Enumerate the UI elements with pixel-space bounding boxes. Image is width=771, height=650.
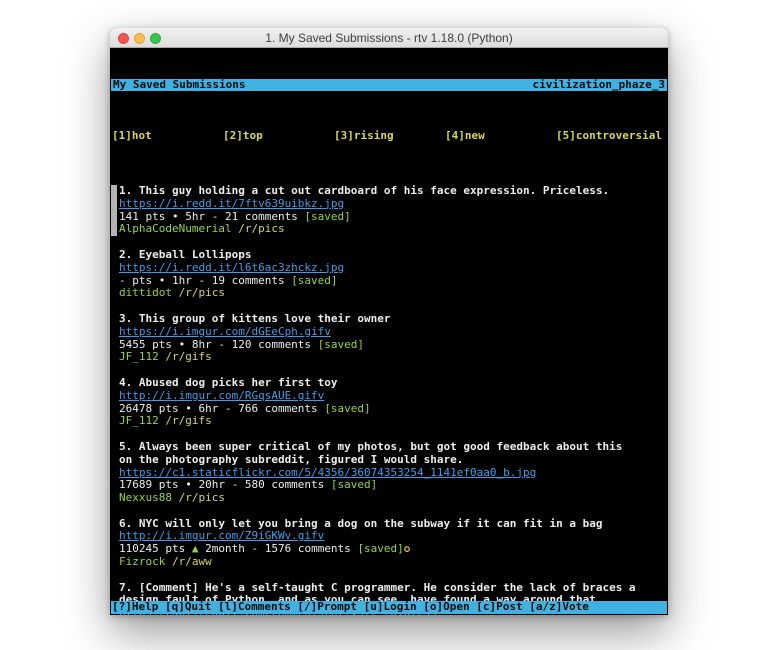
submission-subreddit: /r/pics — [179, 491, 225, 504]
submission-title: 5. Always been super critical of my phot… — [119, 441, 667, 454]
stats-text: 5455 pts • 8hr - 120 comments — [119, 338, 318, 351]
stats-text: 2month - 1576 comments — [198, 542, 357, 555]
window-titlebar[interactable]: 1. My Saved Submissions - rtv 1.18.0 (Py… — [110, 28, 668, 48]
saved-badge: [saved] — [291, 274, 337, 287]
submission-item[interactable]: 6. NYC will only let you bring a dog on … — [119, 518, 667, 569]
gilded-icon: ✪ — [404, 542, 411, 555]
close-button[interactable] — [118, 33, 129, 44]
menu-item-controversial[interactable]: [5]controversial — [556, 130, 667, 143]
header-bar: My Saved Submissions civilization_phaze_… — [111, 79, 667, 92]
terminal-window: 1. My Saved Submissions - rtv 1.18.0 (Py… — [110, 28, 668, 615]
submission-title: on the photography subreddit, figured I … — [119, 454, 667, 467]
submission-byline: dittidot /r/pics — [119, 287, 667, 300]
stats-text: - pts • 1hr - 19 comments — [119, 274, 291, 287]
saved-badge: [saved] — [324, 402, 370, 415]
saved-badge: [saved] — [304, 210, 350, 223]
logged-in-username: civilization_phaze_3 — [533, 79, 665, 92]
submission-byline: Nexxus88 /r/pics — [119, 492, 667, 505]
submission-subreddit: /r/gifs — [165, 350, 211, 363]
terminal-screen: My Saved Submissions civilization_phaze_… — [110, 48, 668, 615]
menu-item-hot[interactable]: [1]hot — [112, 130, 223, 143]
submission-title: 1. This guy holding a cut out cardboard … — [119, 185, 667, 198]
window-title: 1. My Saved Submissions - rtv 1.18.0 (Py… — [265, 31, 512, 45]
submission-byline: AlphaCodeNumerial /r/pics — [119, 223, 667, 236]
stats-text: 110245 pts — [119, 542, 192, 555]
submission-subreddit: /r/pics — [238, 222, 284, 235]
minimize-button[interactable] — [134, 33, 145, 44]
saved-badge: [saved] — [357, 542, 403, 555]
submission-subreddit: /r/pics — [179, 286, 225, 299]
submission-title: 4. Abused dog picks her first toy — [119, 377, 667, 390]
submission-author: JF_112 — [119, 350, 159, 363]
submission-subreddit: /r/gifs — [165, 414, 211, 427]
stats-text: 17689 pts • 20hr - 580 comments — [119, 478, 331, 491]
stats-text: 141 pts • 5hr - 21 comments — [119, 210, 304, 223]
submission-item[interactable]: 5. Always been super critical of my phot… — [119, 441, 667, 505]
submission-title: 2. Eyeball Lollipops — [119, 249, 667, 262]
selection-cursor — [111, 185, 117, 236]
submission-byline: JF_112 /r/gifs — [119, 351, 667, 364]
submission-item[interactable]: 4. Abused dog picks her first toyhttp://… — [119, 377, 667, 428]
submission-list: 1. This guy holding a cut out cardboard … — [111, 185, 667, 615]
status-bar: [?]Help [q]Quit [l]Comments [/]Prompt [u… — [111, 601, 667, 614]
submission-author: Fizrock — [119, 555, 165, 568]
submission-author: AlphaCodeNumerial — [119, 222, 232, 235]
sort-menu-bar: [1]hot [2]top [3]rising [4]new [5]contro… — [111, 130, 667, 143]
submission-item[interactable]: 2. Eyeball Lollipopshttps://i.redd.it/l6… — [119, 249, 667, 300]
saved-badge: [saved] — [318, 338, 364, 351]
stats-text: 26478 pts • 6hr - 766 comments — [119, 402, 324, 415]
submission-item[interactable]: 1. This guy holding a cut out cardboard … — [119, 185, 667, 236]
menu-item-rising[interactable]: [3]rising — [334, 130, 445, 143]
desktop: { "window": { "title": "1. My Saved Subm… — [0, 0, 771, 650]
submission-author: Nexxus88 — [119, 491, 172, 504]
submission-subreddit: /r/aww — [172, 555, 212, 568]
traffic-lights — [118, 33, 161, 44]
submission-title: 3. This group of kittens love their owne… — [119, 313, 667, 326]
menu-item-top[interactable]: [2]top — [223, 130, 334, 143]
menu-item-new[interactable]: [4]new — [445, 130, 556, 143]
submission-author: JF_112 — [119, 414, 159, 427]
page-title: My Saved Submissions — [113, 79, 245, 92]
submission-item[interactable]: 3. This group of kittens love their owne… — [119, 313, 667, 364]
saved-badge: [saved] — [331, 478, 377, 491]
submission-author: dittidot — [119, 286, 172, 299]
zoom-button[interactable] — [150, 33, 161, 44]
submission-byline: JF_112 /r/gifs — [119, 415, 667, 428]
submission-byline: Fizrock /r/aww — [119, 556, 667, 569]
